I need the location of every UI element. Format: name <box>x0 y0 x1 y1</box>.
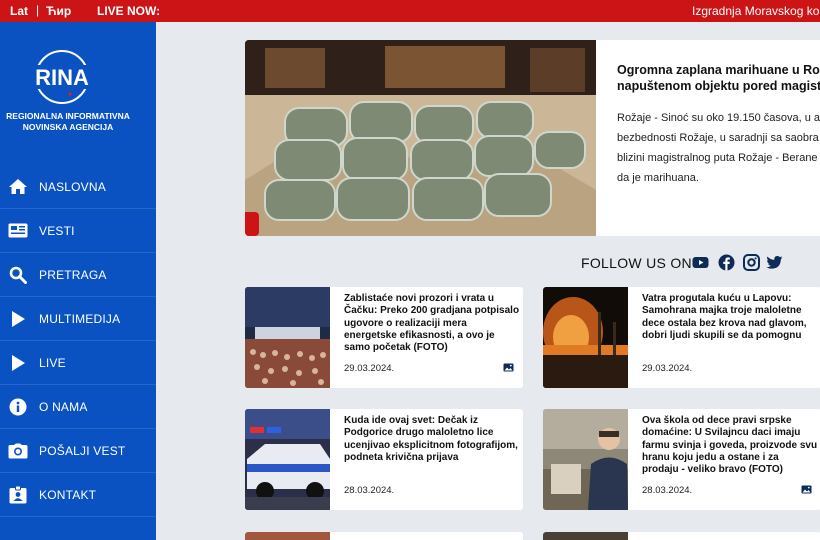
article-thumbnail[interactable] <box>245 287 330 388</box>
excerpt-line: Rožaje - Sinoć su oko 19.150 časova, u a… <box>617 112 820 124</box>
sidebar: RINA REGIONALNA INFORMATIVNA NOVINSKA AG… <box>0 22 156 540</box>
nav-label: LIVE <box>39 355 66 370</box>
instagram-icon[interactable] <box>743 254 760 271</box>
live-now-label: LIVE NOW: <box>97 4 161 18</box>
featured-article-title[interactable]: Ogromna zaplana marihuane u Rož napušten… <box>617 62 820 94</box>
logo-text: RINA <box>35 65 89 90</box>
brand-tagline: REGIONALNA INFORMATIVNA NOVINSKA AGENCIJ… <box>0 111 136 133</box>
article-title[interactable]: Kuda ide ovaj svet: Dečak iz Podgorice d… <box>344 415 520 464</box>
camera-icon <box>8 442 28 460</box>
nav-item-vesti[interactable]: VESTI <box>0 209 156 253</box>
excerpt-line: blizini magistralnog puta Rožaje - Beran… <box>617 152 818 164</box>
nav-item-o-nama[interactable]: O NAMA <box>0 385 156 429</box>
featured-title-line: napuštenom objektu pored magist <box>617 79 820 93</box>
article-card[interactable]: Zablistaće novi prozori i vrata u Čačku:… <box>245 287 523 388</box>
search-icon <box>8 266 28 284</box>
featured-article-excerpt: Rožaje - Sinoć su oko 19.150 časova, u a… <box>617 108 820 188</box>
featured-badge <box>245 212 259 236</box>
follow-us-label: FOLLOW US ON <box>581 255 692 271</box>
youtube-icon[interactable] <box>692 254 709 271</box>
news-ticker[interactable]: Izgradnja Moravskog kori <box>692 4 820 18</box>
nav-label: POŠALJI VEST <box>39 443 126 458</box>
play-icon <box>8 354 28 372</box>
tagline-line-2: NOVINSKA AGENCIJA <box>22 122 114 132</box>
lang-latin-link[interactable]: Lat <box>10 4 28 18</box>
photo-gallery-icon <box>503 363 514 372</box>
article-card[interactable]: Vatra progutala kuću u Lapovu: Samohrana… <box>543 287 820 388</box>
nav-label: NASLOVNA <box>39 179 106 194</box>
nav-item-naslovna[interactable]: NASLOVNA <box>0 165 156 209</box>
article-title[interactable]: Ova škola od dece pravi srpske domaćine:… <box>642 415 818 476</box>
article-title[interactable]: Zablistaće novi prozori i vrata u Čačku:… <box>344 293 520 354</box>
nav-item-pretraga[interactable]: PRETRAGA <box>0 253 156 297</box>
nav-item-posalji-vest[interactable]: POŠALJI VEST <box>0 429 156 473</box>
article-card[interactable]: Kuda ide ovaj svet: Dečak iz Podgorice d… <box>245 409 523 510</box>
lang-cyrillic-link[interactable]: Ћир <box>46 4 71 18</box>
facebook-icon[interactable] <box>718 254 735 271</box>
article-date: 29.03.2024. <box>344 363 395 374</box>
nav-item-live[interactable]: LIVE <box>0 341 156 385</box>
nav-label: VESTI <box>39 223 75 238</box>
tagline-line-1: REGIONALNA INFORMATIVNA <box>6 111 130 121</box>
top-bar: Lat | Ћир LIVE NOW: Izgradnja Moravskog … <box>0 0 820 22</box>
lang-separator: | <box>36 3 40 17</box>
play-icon <box>8 310 28 328</box>
twitter-icon[interactable] <box>766 254 783 271</box>
article-thumbnail[interactable] <box>543 287 628 388</box>
article-card-partial[interactable] <box>245 532 523 540</box>
photo-gallery-icon <box>801 485 812 494</box>
article-date: 28.03.2024. <box>344 485 395 496</box>
article-thumbnail[interactable] <box>245 409 330 510</box>
newspaper-icon <box>8 222 28 240</box>
article-card[interactable]: Ova škola od dece pravi srpske domaćine:… <box>543 409 820 510</box>
article-title[interactable]: Vatra progutala kuću u Lapovu: Samohrana… <box>642 293 818 342</box>
info-icon <box>8 398 28 416</box>
featured-article[interactable]: Ogromna zaplana marihuane u Rož napušten… <box>245 40 820 236</box>
article-thumbnail-partial <box>245 532 330 540</box>
nav-label: MULTIMEDIJA <box>39 311 121 326</box>
nav-label: O NAMA <box>39 399 88 414</box>
nav-label: KONTAKT <box>39 487 97 502</box>
article-card-partial[interactable] <box>543 532 820 540</box>
article-thumbnail-partial <box>543 532 628 540</box>
nav-label: PRETRAGA <box>39 267 107 282</box>
featured-article-image[interactable] <box>245 40 596 236</box>
article-date: 29.03.2024. <box>642 363 693 374</box>
rina-logo[interactable]: RINA <box>30 48 94 106</box>
contact-card-icon <box>8 485 28 504</box>
nav-item-kontakt[interactable]: KONTAKT <box>0 473 156 517</box>
home-icon <box>8 178 28 196</box>
excerpt-line: da je marihuana. <box>617 172 699 184</box>
nav-item-multimedija[interactable]: MULTIMEDIJA <box>0 297 156 341</box>
article-date: 28.03.2024. <box>642 485 693 496</box>
article-thumbnail[interactable] <box>543 409 628 510</box>
excerpt-line: bezbednosti Rožaje, u saradnji sa saobra <box>617 132 819 144</box>
featured-title-line: Ogromna zaplana marihuane u Rož <box>617 63 820 77</box>
